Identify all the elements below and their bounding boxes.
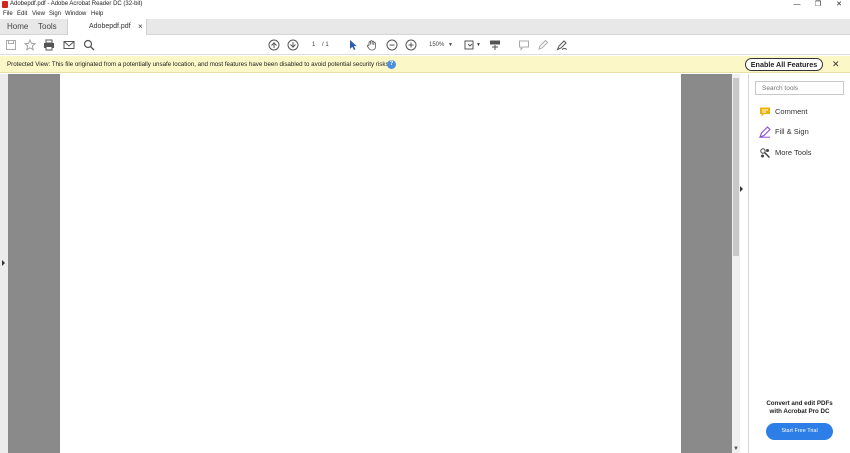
left-panel-toggle-icon[interactable] [2, 260, 5, 266]
zoom-in-icon[interactable] [405, 39, 417, 51]
toolbar: 1 / 1 150% ▼ ▼ [0, 35, 850, 55]
tab-home[interactable]: Home [7, 19, 28, 35]
tool-comment-label: Comment [775, 107, 808, 116]
menu-window[interactable]: Window [65, 9, 86, 19]
menu-edit[interactable]: Edit [17, 9, 27, 19]
print-icon[interactable] [43, 39, 55, 51]
menu-file[interactable]: File [3, 9, 13, 19]
restore-button[interactable]: ❐ [808, 0, 828, 9]
tab-tools[interactable]: Tools [38, 19, 57, 35]
vertical-scrollbar[interactable]: ▼ [732, 74, 740, 453]
highlight-pen-icon[interactable] [537, 39, 549, 51]
hand-icon[interactable] [366, 39, 378, 51]
scrollbar-thumb[interactable] [733, 78, 739, 256]
help-icon[interactable]: ? [387, 60, 396, 69]
menu-help[interactable]: Help [91, 9, 103, 19]
prev-page-icon[interactable] [268, 39, 280, 51]
close-tab-icon[interactable]: × [138, 19, 143, 35]
comment-icon [759, 106, 771, 118]
menu-view[interactable]: View [32, 9, 45, 19]
tab-document[interactable]: Adobepdf.pdf × [67, 19, 147, 36]
search-tools-input[interactable] [755, 81, 844, 95]
promo-text: Convert and edit PDFs with Acrobat Pro D… [749, 400, 850, 416]
tools-pane: Comment Fill & Sign More Tools Convert a… [748, 74, 850, 453]
tab-document-label: Adobepdf.pdf [89, 23, 131, 30]
minimize-button[interactable]: — [787, 0, 807, 9]
page-fit-icon[interactable] [464, 39, 476, 51]
email-icon[interactable] [63, 39, 75, 51]
acrobat-app-icon [2, 1, 8, 8]
close-banner-icon[interactable]: ✕ [832, 56, 840, 73]
next-page-icon[interactable] [287, 39, 299, 51]
sign-icon[interactable] [556, 39, 568, 51]
promo-line-2: with Acrobat Pro DC [769, 408, 830, 415]
page-fit-dropdown-icon[interactable]: ▼ [476, 35, 481, 55]
tool-fill-sign[interactable]: Fill & Sign [759, 125, 847, 139]
menu-sign[interactable]: Sign [49, 9, 61, 19]
protected-view-banner: Protected View: This file originated fro… [0, 56, 850, 73]
tool-more-tools-label: More Tools [775, 148, 812, 157]
document-margin [681, 74, 732, 453]
zoom-dropdown-icon[interactable]: ▼ [448, 35, 453, 55]
search-icon[interactable] [83, 39, 95, 51]
save-icon[interactable] [5, 39, 17, 51]
select-cursor-icon[interactable] [347, 39, 359, 51]
pdf-page[interactable] [60, 74, 681, 453]
promo-line-1: Convert and edit PDFs [766, 400, 833, 407]
page-total: / 1 [322, 42, 329, 48]
more-tools-icon [759, 147, 771, 159]
menu-bar: File Edit View Sign Window Help [0, 9, 850, 19]
right-panel-toggle-icon[interactable] [740, 186, 743, 192]
start-free-trial-button[interactable]: Start Free Trial [766, 423, 833, 440]
page-number-input[interactable]: 1 [312, 35, 315, 55]
protected-view-message: Protected View: This file originated fro… [7, 61, 391, 68]
tool-more-tools[interactable]: More Tools [759, 146, 847, 160]
comment-icon[interactable] [518, 39, 530, 51]
tab-bar: Home Tools Adobepdf.pdf × [0, 19, 850, 36]
scroll-down-icon[interactable]: ▼ [733, 445, 739, 453]
enable-all-features-button[interactable]: Enable All Features [745, 58, 823, 71]
title-bar: Adobepdf.pdf - Adobe Acrobat Reader DC (… [0, 0, 850, 9]
tool-fill-sign-label: Fill & Sign [775, 127, 809, 136]
zoom-level-select[interactable]: 150% [429, 35, 444, 55]
zoom-out-icon[interactable] [386, 39, 398, 51]
fill-sign-icon [759, 126, 771, 138]
document-viewer[interactable]: ▼ [0, 74, 740, 453]
close-window-button[interactable]: ✕ [829, 0, 849, 9]
tool-comment[interactable]: Comment [759, 105, 847, 119]
scroll-mode-icon[interactable] [489, 39, 501, 51]
window-title: Adobepdf.pdf - Adobe Acrobat Reader DC (… [10, 1, 143, 7]
bookmark-star-icon[interactable] [24, 39, 36, 51]
